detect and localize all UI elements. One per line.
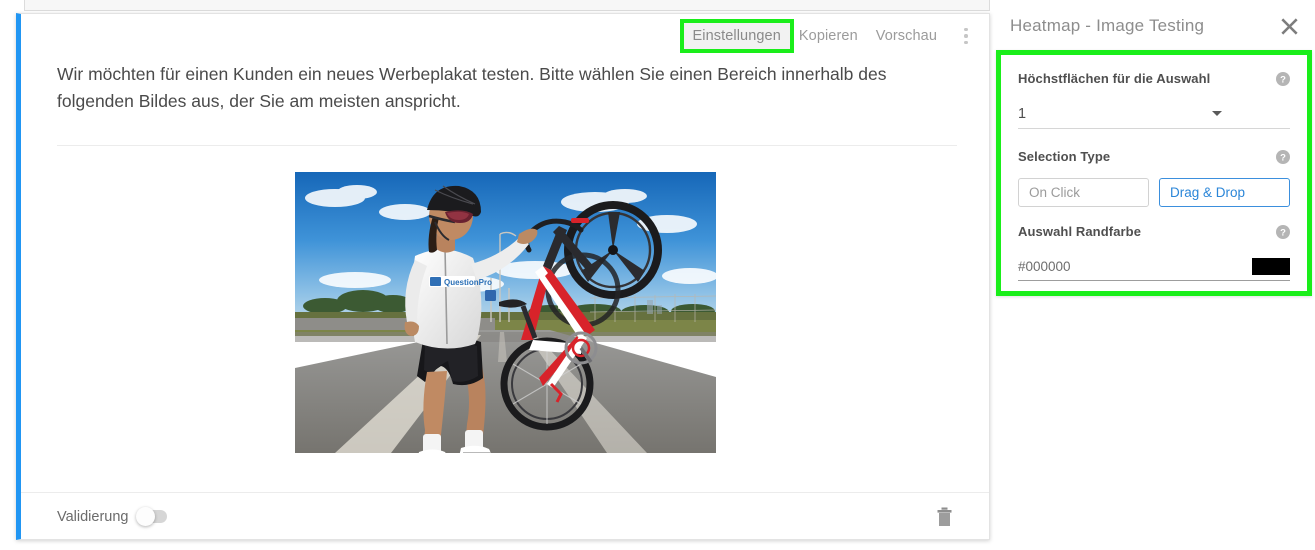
validation-group: Validierung — [57, 507, 168, 526]
max-areas-label: Höchstflächen für die Auswahl — [1018, 71, 1211, 86]
validation-label: Validierung — [57, 508, 129, 525]
chevron-down-icon — [1212, 111, 1222, 116]
svg-text:?: ? — [1280, 74, 1286, 85]
question-divider — [57, 145, 957, 146]
stimulus-image[interactable]: QuestionPro — [294, 172, 716, 453]
svg-text:?: ? — [1280, 152, 1286, 163]
more-vertical-icon[interactable] — [955, 23, 977, 49]
max-areas-field-header: Höchstflächen für die Auswahl ? — [1018, 71, 1290, 86]
border-color-field[interactable]: #000000 — [1018, 252, 1290, 281]
border-color-value: #000000 — [1018, 258, 1071, 274]
help-circle-icon[interactable]: ? — [1276, 149, 1290, 164]
border-color-label: Auswahl Randfarbe — [1018, 224, 1142, 239]
selection-type-field-header: Selection Type ? — [1018, 149, 1290, 164]
selection-type-on-click[interactable]: On Click — [1018, 178, 1149, 207]
close-icon[interactable] — [1280, 17, 1299, 36]
panel-header: Heatmap - Image Testing — [996, 0, 1315, 52]
settings-fields-group: Höchstflächen für die Auswahl ? 1 Select… — [996, 50, 1312, 296]
settings-panel: Heatmap - Image Testing Höchstflächen fü… — [996, 0, 1315, 550]
panel-title: Heatmap - Image Testing — [1010, 16, 1205, 35]
help-circle-icon[interactable]: ? — [1276, 71, 1290, 86]
preview-button[interactable]: Vorschau — [867, 23, 946, 49]
toggle-off-icon[interactable] — [136, 507, 168, 526]
color-swatch[interactable] — [1252, 257, 1290, 275]
max-areas-dropdown[interactable]: 1 — [1018, 99, 1290, 129]
stimulus-image-wrapper: QuestionPro — [21, 172, 989, 453]
question-card: Einstellungen Kopieren Vorschau Wir möch… — [16, 13, 990, 540]
previous-card-sliver — [24, 0, 990, 11]
card-toolbar: Einstellungen Kopieren Vorschau — [679, 19, 977, 53]
svg-text:QuestionPro: QuestionPro — [444, 278, 492, 287]
svg-text:?: ? — [1280, 227, 1286, 238]
max-areas-value: 1 — [1018, 105, 1027, 122]
selection-type-options: On Click Drag & Drop — [1018, 178, 1290, 207]
border-color-field-header: Auswahl Randfarbe ? — [1018, 224, 1290, 239]
help-circle-icon[interactable]: ? — [1276, 224, 1290, 239]
settings-tab[interactable]: Einstellungen — [679, 19, 794, 53]
selection-type-label: Selection Type — [1018, 149, 1111, 164]
copy-button[interactable]: Kopieren — [790, 23, 867, 49]
trash-icon[interactable] — [936, 507, 953, 527]
question-text: Wir möchten für einen Kunden ein neues W… — [57, 64, 887, 112]
card-footer: Validierung — [21, 493, 989, 540]
selection-type-drag-drop[interactable]: Drag & Drop — [1159, 178, 1290, 207]
